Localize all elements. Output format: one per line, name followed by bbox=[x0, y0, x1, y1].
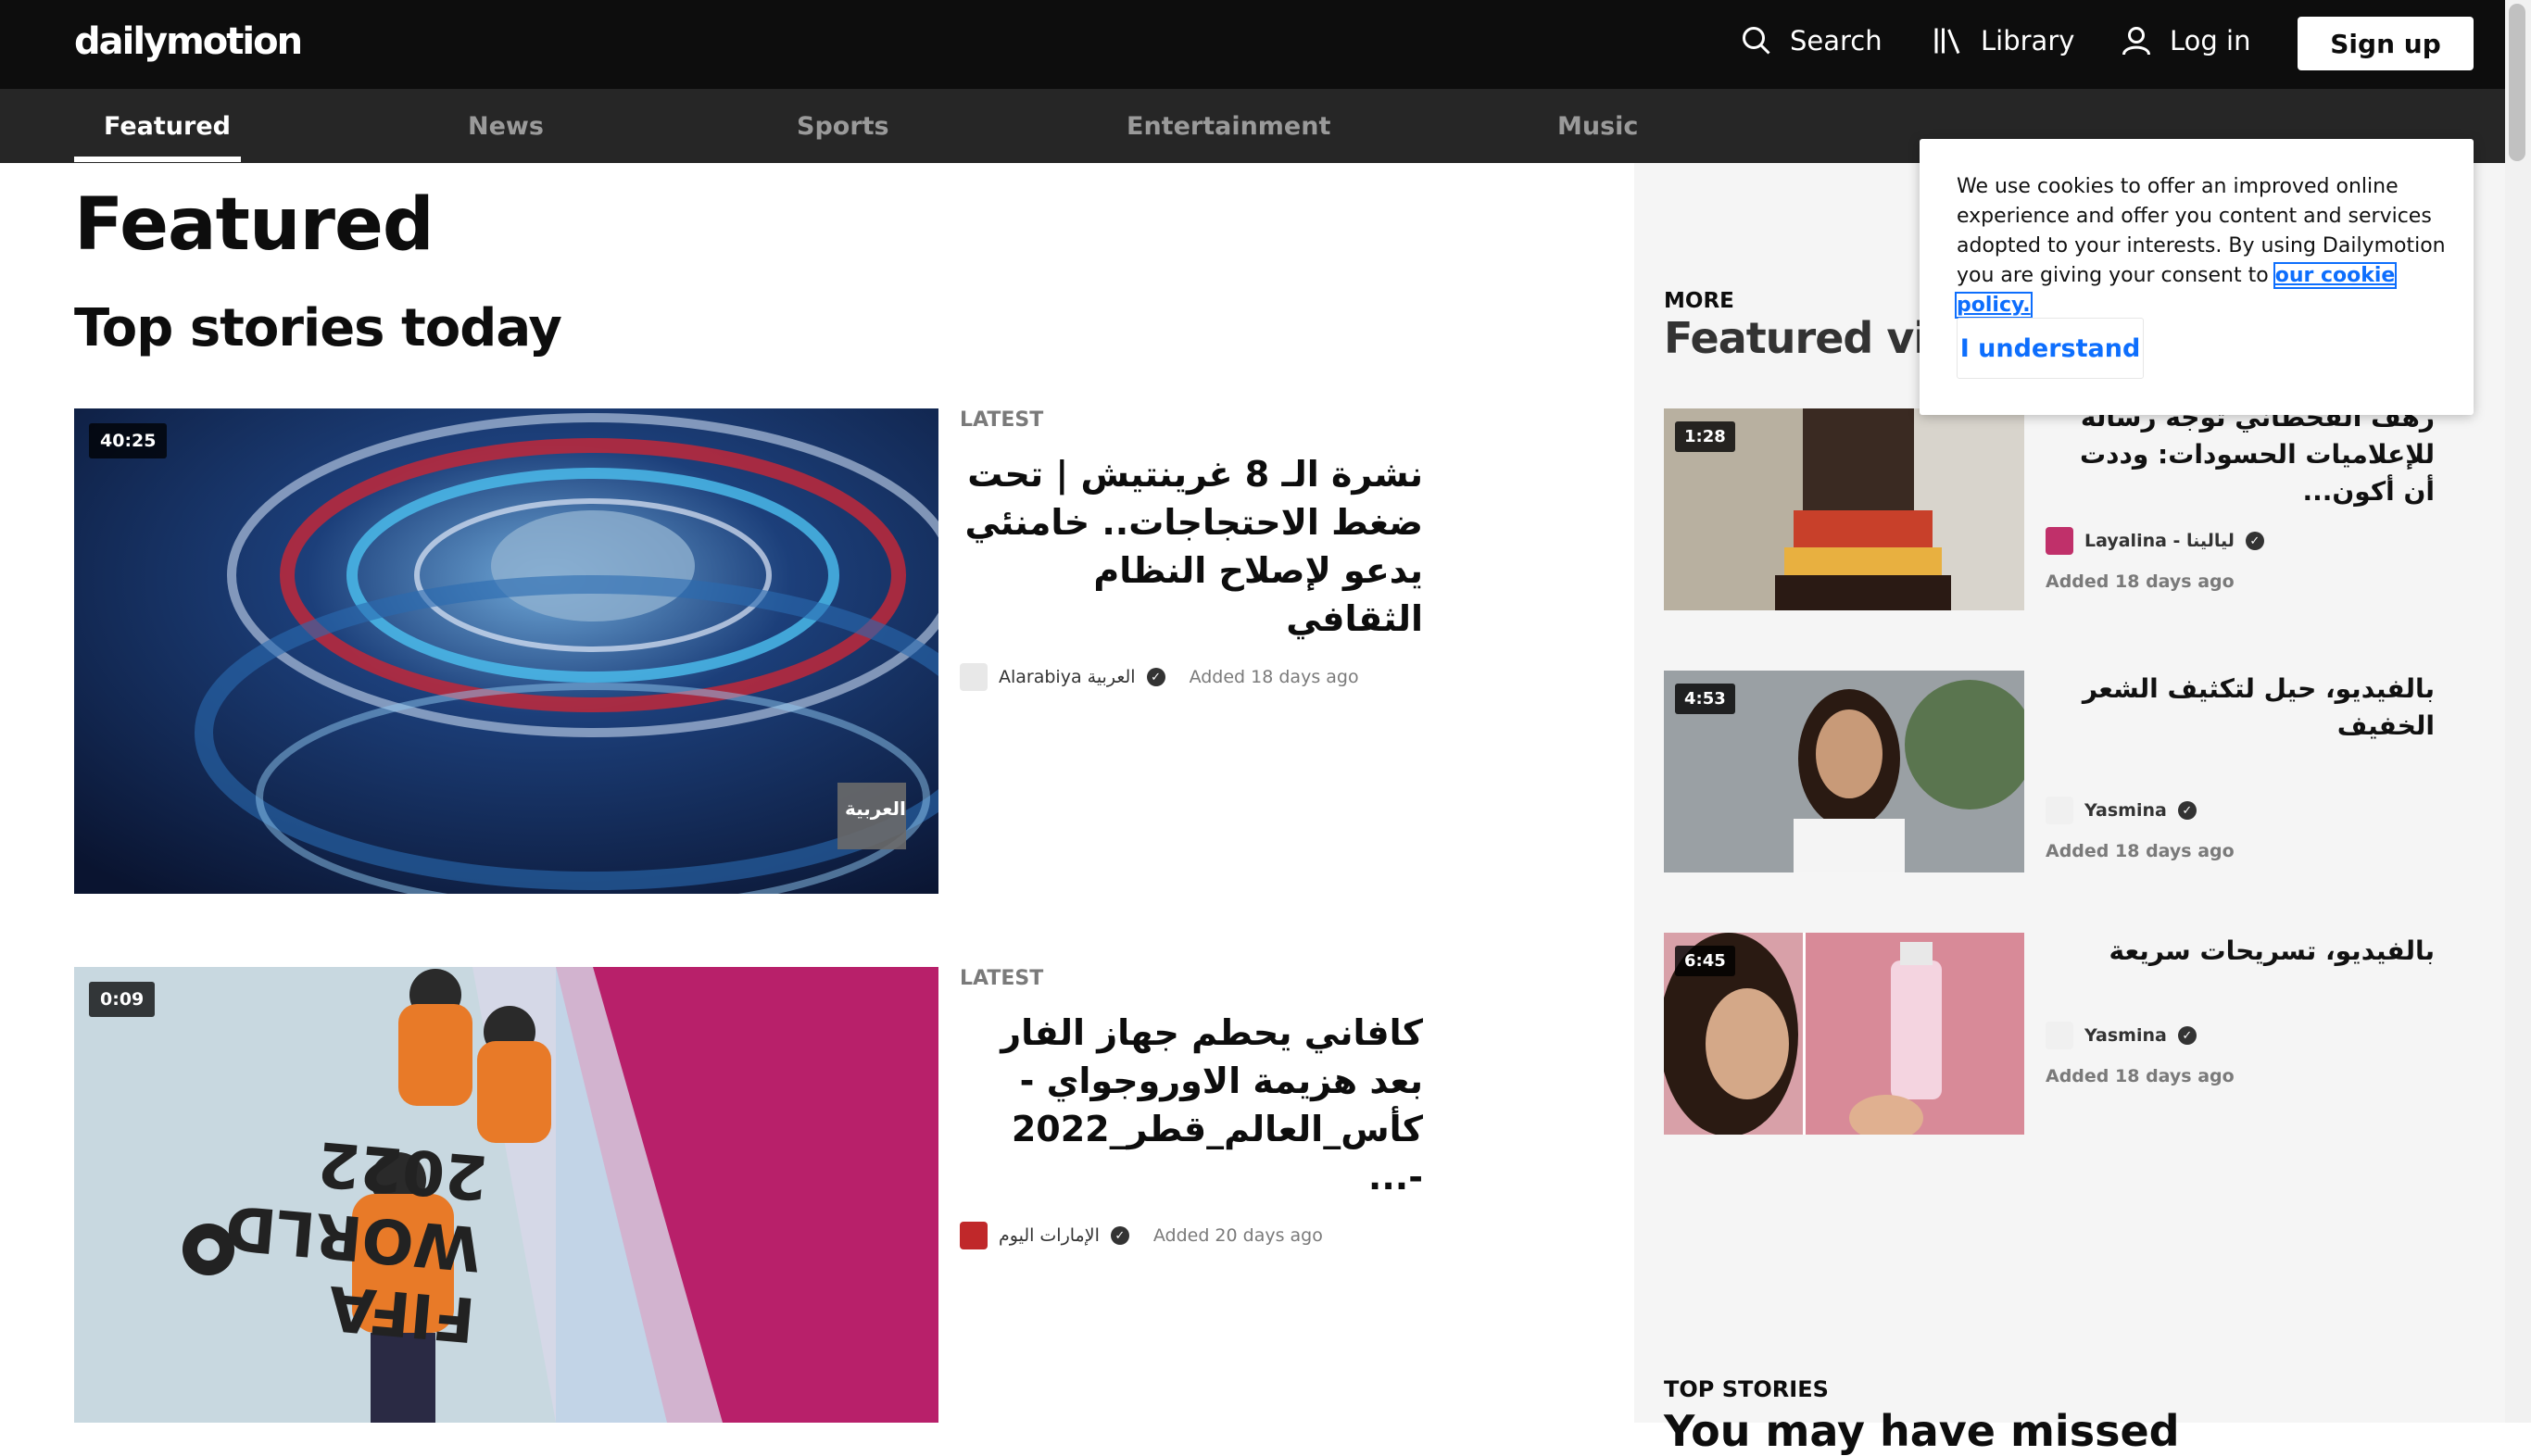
channel-avatar[interactable] bbox=[2046, 527, 2073, 555]
channel-avatar[interactable] bbox=[2046, 797, 2073, 824]
channel-name[interactable]: Yasmina bbox=[2084, 1025, 2167, 1046]
verified-icon: ✓ bbox=[2177, 801, 2197, 820]
channel-name[interactable]: Layalina - ليالينا bbox=[2084, 531, 2235, 551]
channel-avatar[interactable] bbox=[2046, 1022, 2073, 1049]
video-duration: 6:45 bbox=[1675, 946, 1735, 976]
login-button[interactable]: Log in bbox=[2120, 24, 2250, 57]
top-stories-title: You may have missed bbox=[1664, 1406, 2180, 1456]
story-card[interactable]: FIFA WORLD 2022 0:09 LATEST كافاني يحطم … bbox=[74, 967, 1427, 1423]
added-date: Added 18 days ago bbox=[2046, 1066, 2235, 1086]
story-byline: الإمارات اليوم ✓ Added 20 days ago bbox=[960, 1222, 1423, 1249]
verified-icon: ✓ bbox=[2177, 1026, 2197, 1045]
sidebar-item-title[interactable]: بالفيديو، تسريحات سريعة bbox=[2046, 933, 2435, 970]
verified-icon: ✓ bbox=[1146, 668, 1165, 686]
top-bar: dailymotion Search Library Log in Sign u… bbox=[0, 0, 2531, 89]
library-icon bbox=[1934, 28, 1960, 55]
added-date: Added 18 days ago bbox=[2046, 571, 2235, 592]
search-icon bbox=[1743, 27, 1770, 55]
section-title: Top stories today bbox=[74, 298, 562, 358]
cookie-message: We use cookies to offer an improved onli… bbox=[1954, 172, 2448, 320]
signup-button[interactable]: Sign up bbox=[2298, 17, 2474, 70]
scrollbar-thumb[interactable] bbox=[2509, 4, 2525, 161]
sidebar-item-title[interactable]: رهف القحطاني توجه رسالة للإعلاميات الحسو… bbox=[2046, 399, 2435, 510]
channel-name[interactable]: Yasmina bbox=[2084, 800, 2167, 821]
video-duration: 1:28 bbox=[1675, 421, 1735, 452]
story-meta: LATEST كافاني يحطم جهاز الفار بعد هزيمة … bbox=[960, 967, 1423, 1249]
sidebar-item-byline: Yasmina ✓ bbox=[2046, 1022, 2435, 1049]
video-duration: 4:53 bbox=[1675, 684, 1735, 714]
sidebar-item-title[interactable]: بالفيديو، حيل لتكثيف الشعر الخفيف bbox=[2046, 671, 2435, 745]
search-button[interactable]: Search bbox=[1740, 24, 1883, 57]
video-thumbnail[interactable]: FIFA WORLD 2022 0:09 bbox=[74, 967, 938, 1423]
story-title[interactable]: كافاني يحطم جهاز الفار بعد هزيمة الاوروج… bbox=[960, 1009, 1423, 1201]
story-label: LATEST bbox=[960, 967, 1044, 990]
video-duration: 0:09 bbox=[89, 982, 156, 1017]
sidebar-item-meta: بالفيديو، تسريحات سريعة Yasmina ✓ Added … bbox=[2046, 933, 2435, 1086]
news-globe-thumbnail bbox=[74, 408, 938, 894]
story-label: LATEST bbox=[960, 408, 1044, 432]
tab-music[interactable]: Music bbox=[1557, 89, 1638, 163]
cookie-accept-button[interactable]: I understand bbox=[1957, 318, 2144, 379]
user-icon bbox=[2122, 27, 2150, 56]
thumbnail-watermark: العربية bbox=[845, 797, 906, 820]
tab-entertainment[interactable]: Entertainment bbox=[1127, 89, 1330, 163]
story-meta: LATEST نشرة الـ 8 غرينتيش | تحت ضغط الاح… bbox=[960, 408, 1423, 691]
added-date: Added 18 days ago bbox=[2046, 841, 2235, 861]
tab-featured[interactable]: Featured bbox=[104, 89, 231, 163]
more-label: MORE bbox=[1664, 289, 1734, 313]
video-thumbnail[interactable]: العربية 40:25 bbox=[74, 408, 938, 894]
channel-avatar[interactable] bbox=[960, 663, 988, 691]
added-date: Added 20 days ago bbox=[1152, 1225, 1323, 1246]
top-stories-label: TOP STORIES bbox=[1664, 1376, 1829, 1402]
tab-sports[interactable]: Sports bbox=[797, 89, 889, 163]
story-title[interactable]: نشرة الـ 8 غرينتيش | تحت ضغط الاحتجاجات.… bbox=[960, 450, 1423, 643]
video-thumbnail[interactable]: 4:53 bbox=[1664, 671, 2024, 872]
sidebar-item-byline: Layalina - ليالينا ✓ bbox=[2046, 527, 2435, 555]
video-thumbnail[interactable]: 1:28 bbox=[1664, 408, 2024, 610]
sidebar-item-meta: بالفيديو، حيل لتكثيف الشعر الخفيف Yasmin… bbox=[2046, 671, 2435, 861]
added-date: Added 18 days ago bbox=[1189, 667, 1359, 687]
story-byline: Alarabiya العربية ✓ Added 18 days ago bbox=[960, 663, 1423, 691]
dailymotion-logo[interactable]: dailymotion bbox=[74, 20, 303, 63]
video-duration: 40:25 bbox=[89, 423, 168, 458]
video-thumbnail[interactable]: 6:45 bbox=[1664, 933, 2024, 1135]
thumbnail-floor-text: FIFA WORLD 2022 bbox=[222, 1127, 491, 1356]
sidebar-video-item[interactable]: 1:28 رهف القحطاني توجه رسالة للإعلاميات … bbox=[1664, 402, 2479, 610]
story-card[interactable]: العربية 40:25 LATEST نشرة الـ 8 غرينتيش … bbox=[74, 408, 1427, 894]
channel-name[interactable]: Alarabiya العربية bbox=[999, 667, 1136, 687]
cookie-consent-popup: We use cookies to offer an improved onli… bbox=[1920, 139, 2474, 415]
page-title: Featured bbox=[74, 183, 434, 267]
channel-avatar[interactable] bbox=[960, 1222, 988, 1249]
tab-news[interactable]: News bbox=[468, 89, 544, 163]
verified-icon: ✓ bbox=[1110, 1226, 1129, 1245]
page-scrollbar[interactable] bbox=[2505, 0, 2531, 1423]
sidebar-video-item[interactable]: 4:53 بالفيديو، حيل لتكثيف الشعر الخفيف Y… bbox=[1664, 671, 2479, 872]
active-tab-indicator bbox=[74, 157, 241, 162]
channel-name[interactable]: الإمارات اليوم bbox=[999, 1225, 1100, 1246]
sidebar-video-item[interactable]: 6:45 بالفيديو، تسريحات سريعة Yasmina ✓ A… bbox=[1664, 933, 2479, 1135]
sidebar-item-byline: Yasmina ✓ bbox=[2046, 797, 2435, 824]
library-label: Library bbox=[1981, 25, 2075, 56]
library-button[interactable]: Library bbox=[1931, 24, 2074, 57]
verified-icon: ✓ bbox=[2245, 532, 2264, 550]
search-label: Search bbox=[1790, 25, 1883, 56]
login-label: Log in bbox=[2170, 25, 2251, 56]
sidebar-item-meta: رهف القحطاني توجه رسالة للإعلاميات الحسو… bbox=[2046, 402, 2435, 592]
